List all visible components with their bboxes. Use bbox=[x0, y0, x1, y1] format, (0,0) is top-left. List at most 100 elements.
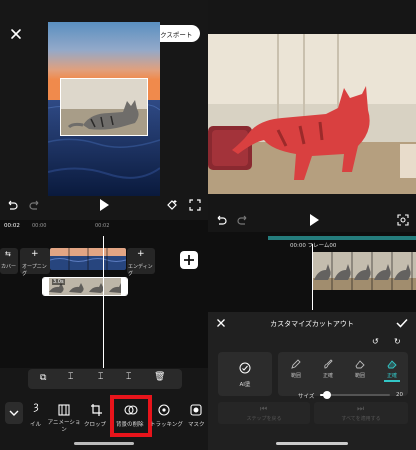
sea-thumbnails bbox=[50, 248, 126, 270]
panel-title: カスタマイズカットアウト bbox=[270, 320, 354, 328]
home-indicator bbox=[276, 442, 348, 445]
cat-clip-strip[interactable] bbox=[312, 252, 416, 290]
redo-button[interactable] bbox=[236, 213, 250, 227]
cutout-panel: カスタマイズカットアウト ↺ ↻ AI塗 範囲 正確 範囲 正確 サイズ 20 … bbox=[208, 312, 416, 450]
redo-button[interactable] bbox=[28, 198, 42, 212]
frame-progress-bar bbox=[268, 236, 416, 240]
cat-overlay-clip[interactable] bbox=[60, 78, 148, 136]
animation-icon[interactable] bbox=[58, 403, 70, 417]
cat-mask-preview bbox=[208, 34, 416, 194]
eraser-icon bbox=[355, 360, 365, 369]
left-editor-screen: エクスポート 00:02 00:00 00:02 ⇆ カバー + オープニング … bbox=[0, 0, 208, 450]
ruler-mark-0: 00:00 bbox=[32, 223, 47, 229]
tool-label-2: クロップ bbox=[84, 422, 107, 428]
play-icon bbox=[310, 214, 319, 226]
undo-button[interactable] bbox=[214, 213, 228, 227]
frame-timecode: 00:00 フレーム00 bbox=[290, 243, 337, 249]
ai-brush-icon bbox=[239, 362, 251, 374]
tool-label-3: 正確 bbox=[386, 373, 397, 379]
add-media-button[interactable] bbox=[180, 251, 198, 269]
apply-all-label: すべてを適用する bbox=[341, 416, 381, 422]
cover-button[interactable]: ⇆ カバー bbox=[0, 248, 18, 274]
undo-icon bbox=[8, 200, 18, 210]
chevron-down-icon bbox=[9, 410, 19, 416]
step-back-icon: ⏮ bbox=[260, 404, 268, 413]
background-remove-icon[interactable] bbox=[124, 403, 138, 417]
add-icon: + bbox=[31, 249, 39, 259]
add-icon bbox=[184, 255, 194, 265]
undo-stroke-icon[interactable]: ↺ bbox=[372, 337, 382, 347]
playhead[interactable] bbox=[103, 236, 104, 368]
step-back-label: ステップを戻る bbox=[246, 416, 282, 422]
brush-icon bbox=[324, 359, 333, 369]
current-timecode: 00:02 bbox=[4, 223, 20, 229]
tool-label-2: 範囲 bbox=[354, 373, 365, 379]
split-icon[interactable]: ⌶ bbox=[68, 372, 73, 382]
active-tool-indicator bbox=[384, 380, 400, 382]
trim-handle-right[interactable] bbox=[121, 278, 127, 295]
tool-label-1: アニメーション bbox=[47, 420, 81, 433]
trim-icon[interactable]: ⌶ bbox=[126, 372, 131, 382]
step-back-button[interactable]: ⏮ ステップを戻る bbox=[218, 402, 310, 424]
confirm-button[interactable] bbox=[396, 318, 408, 328]
ai-brush-button[interactable]: AI塗 bbox=[218, 352, 272, 396]
restore-brush-icon bbox=[387, 360, 397, 369]
keyframe-button[interactable] bbox=[165, 198, 179, 212]
undo-button[interactable] bbox=[5, 198, 19, 212]
pencil-icon bbox=[291, 359, 301, 369]
playhead[interactable] bbox=[312, 244, 313, 310]
opening-label: オープニング bbox=[22, 264, 47, 277]
cat-frames bbox=[312, 252, 416, 290]
size-value: 20 bbox=[396, 392, 403, 398]
trim-handle-left[interactable] bbox=[43, 278, 49, 295]
play-button[interactable] bbox=[308, 213, 320, 227]
focus-button[interactable] bbox=[396, 213, 410, 227]
size-slider[interactable] bbox=[320, 391, 390, 399]
redo-icon bbox=[237, 215, 247, 225]
redo-icon bbox=[29, 200, 39, 210]
cover-label: カバー bbox=[1, 264, 17, 270]
crop-icon[interactable] bbox=[90, 403, 102, 417]
ai-brush-label: AI塗 bbox=[239, 382, 251, 388]
play-button[interactable] bbox=[98, 198, 110, 212]
check-icon bbox=[396, 318, 408, 328]
restore-range-tool[interactable]: 範囲 bbox=[346, 356, 374, 382]
ending-button[interactable]: + エンディング bbox=[127, 248, 155, 277]
restore-precise-tool[interactable]: 正確 bbox=[378, 356, 406, 382]
keyframe-icon bbox=[167, 200, 177, 210]
main-video-clip[interactable] bbox=[50, 248, 126, 270]
erase-precise-tool[interactable]: 正確 bbox=[314, 356, 342, 382]
add-icon: + bbox=[137, 249, 145, 259]
tracking-icon[interactable] bbox=[157, 403, 171, 417]
mask-icon[interactable] bbox=[190, 403, 202, 417]
tool-label-4: トラッキング bbox=[150, 422, 183, 428]
size-slider-knob[interactable] bbox=[323, 391, 331, 399]
tool-label-0: 範囲 bbox=[290, 373, 301, 379]
tool-label-0: イル bbox=[30, 422, 42, 428]
erase-range-tool[interactable]: 範囲 bbox=[282, 356, 310, 382]
cat-overlay-track[interactable]: 3.0s bbox=[42, 277, 128, 296]
cutout-preview[interactable] bbox=[208, 34, 416, 194]
redo-stroke-icon[interactable]: ↻ bbox=[394, 337, 404, 347]
undo-icon bbox=[217, 215, 227, 225]
text-style-icon[interactable]: Ȝ bbox=[30, 403, 42, 417]
tool-label-3: 背景の削除 bbox=[116, 422, 144, 428]
cut-icon[interactable]: ⌶ bbox=[98, 372, 103, 382]
close-button[interactable] bbox=[9, 27, 23, 41]
apply-all-button[interactable]: ⏭ すべてを適用する bbox=[314, 402, 408, 424]
cover-icon: ⇆ bbox=[5, 250, 11, 258]
close-icon bbox=[11, 29, 21, 39]
fullscreen-button[interactable] bbox=[188, 198, 202, 212]
duplicate-icon[interactable]: ⧉ bbox=[40, 373, 46, 383]
collapse-button[interactable] bbox=[5, 402, 23, 424]
video-preview[interactable] bbox=[48, 22, 160, 196]
brush-tools-group: 範囲 正確 範囲 正確 サイズ 20 bbox=[278, 352, 408, 400]
tool-label-5: マスク bbox=[188, 422, 205, 428]
home-indicator bbox=[74, 442, 134, 445]
delete-icon[interactable]: 🗑 bbox=[154, 372, 165, 382]
opening-button[interactable]: + オープニング bbox=[20, 248, 50, 277]
right-cutout-screen: 00:00 フレーム00 カスタマイズカットアウト ↺ ↻ AI塗 範囲 正確 … bbox=[208, 0, 416, 450]
apply-all-icon: ⏭ bbox=[357, 404, 365, 413]
play-icon bbox=[100, 199, 109, 211]
clip-duration: 3.0s bbox=[52, 279, 65, 285]
